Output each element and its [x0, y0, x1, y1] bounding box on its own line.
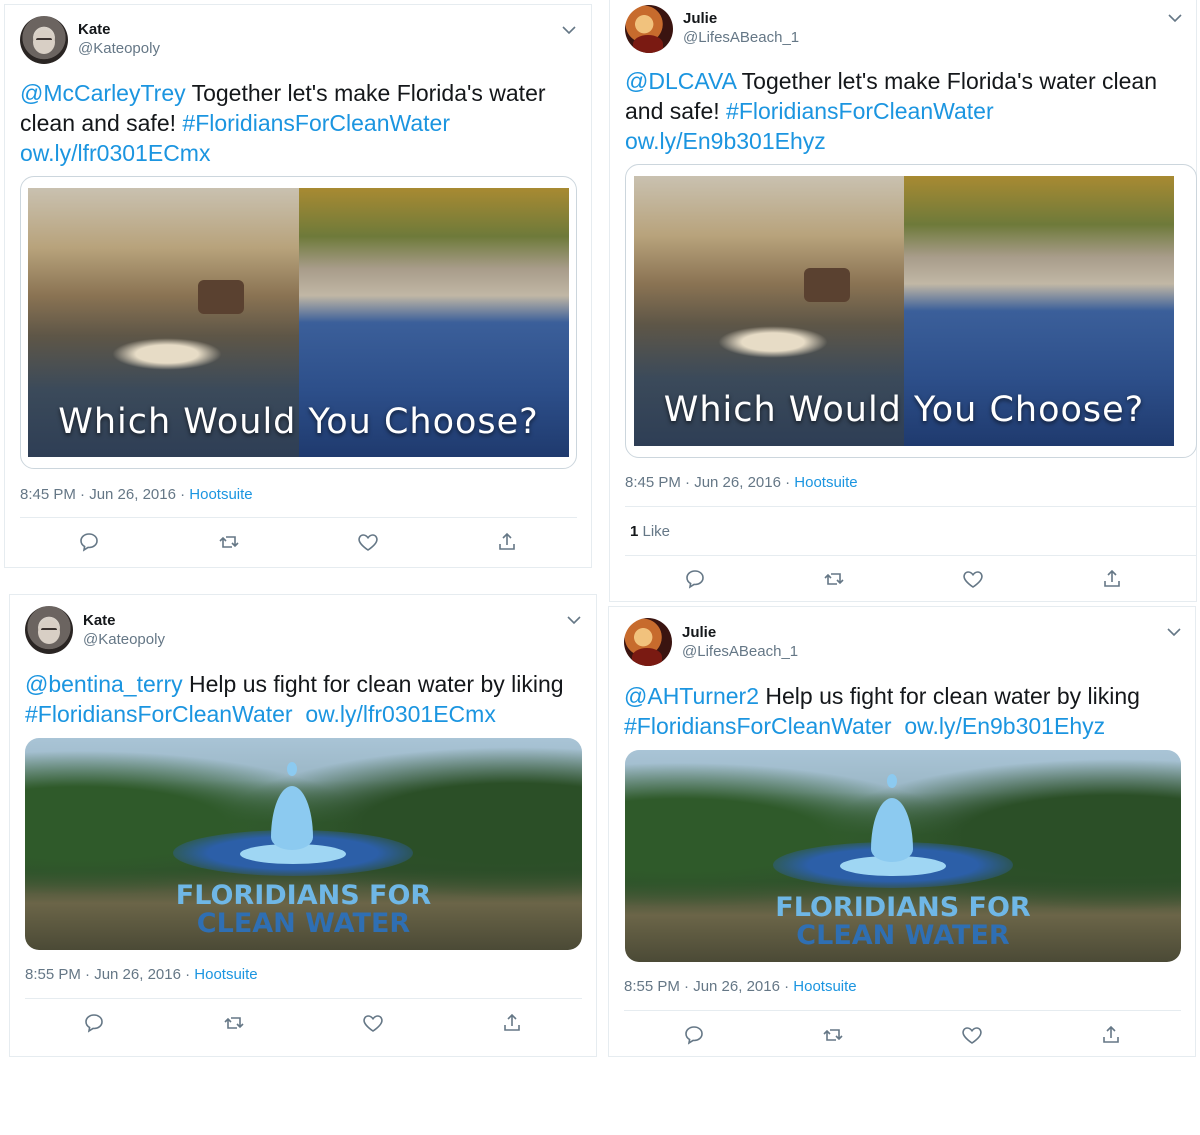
- user-handle[interactable]: @Kateopoly: [83, 631, 165, 648]
- mention-link[interactable]: @DLCAVA: [625, 68, 736, 94]
- like-icon[interactable]: [961, 567, 985, 591]
- hashtag-link[interactable]: #FloridiansForCleanWater: [726, 98, 994, 124]
- tweet-image[interactable]: Which Would You Choose?: [28, 188, 569, 457]
- source-link[interactable]: Hootsuite: [189, 486, 252, 503]
- tweet-timestamp: 8:55 PM · Jun 26, 2016 · Hootsuite: [25, 966, 258, 983]
- url-link[interactable]: ow.ly/En9b301Ehyz: [904, 713, 1105, 739]
- avatar[interactable]: [624, 618, 672, 666]
- mention-link[interactable]: @AHTurner2: [624, 683, 759, 709]
- user-handle[interactable]: @LifesABeach_1: [682, 643, 798, 660]
- retweet-icon[interactable]: [822, 567, 846, 591]
- tweet-text: @bentina_terry Help us fight for clean w…: [25, 671, 564, 727]
- chevron-down-icon[interactable]: [1166, 625, 1182, 637]
- reply-icon[interactable]: [683, 567, 707, 591]
- chevron-down-icon[interactable]: [566, 613, 582, 625]
- mention-link[interactable]: @bentina_terry: [25, 671, 183, 697]
- retweet-icon[interactable]: [222, 1011, 246, 1035]
- user-handle[interactable]: @Kateopoly: [78, 40, 160, 57]
- avatar[interactable]: [20, 16, 68, 64]
- divider: [625, 555, 1197, 556]
- source-link[interactable]: Hootsuite: [793, 978, 856, 995]
- tweet-timestamp: 8:45 PM · Jun 26, 2016 · Hootsuite: [20, 486, 253, 503]
- hashtag-link[interactable]: #FloridiansForCleanWater: [624, 713, 892, 739]
- image-caption: Which Would You Choose?: [663, 390, 1145, 430]
- source-link[interactable]: Hootsuite: [794, 474, 857, 491]
- retweet-icon[interactable]: [821, 1023, 845, 1047]
- url-link[interactable]: ow.ly/lfr0301ECmx: [305, 701, 495, 727]
- tweet-image[interactable]: FLORIDIANS FOR CLEAN WATER: [25, 738, 582, 950]
- share-icon[interactable]: [500, 1011, 524, 1035]
- splash-shape: [718, 326, 828, 358]
- image-logo-text: FLORIDIANS FOR CLEAN WATER: [175, 880, 432, 939]
- pipe-shape: [198, 280, 244, 314]
- user-handle[interactable]: @LifesABeach_1: [683, 29, 799, 46]
- image-caption: Which Would You Choose?: [58, 402, 539, 442]
- image-logo-text: FLORIDIANS FOR CLEAN WATER: [775, 892, 1031, 951]
- share-icon[interactable]: [1099, 1023, 1123, 1047]
- reply-icon[interactable]: [77, 530, 101, 554]
- tweet-timestamp: 8:55 PM · Jun 26, 2016 · Hootsuite: [624, 978, 857, 995]
- hashtag-link[interactable]: #FloridiansForCleanWater: [25, 701, 293, 727]
- tweet-text: @McCarleyTrey Together let's make Florid…: [20, 80, 546, 166]
- share-icon[interactable]: [1100, 567, 1124, 591]
- hashtag-link[interactable]: #FloridiansForCleanWater: [182, 110, 450, 136]
- url-link[interactable]: ow.ly/lfr0301ECmx: [20, 140, 210, 166]
- chevron-down-icon[interactable]: [1167, 11, 1183, 23]
- url-link[interactable]: ow.ly/En9b301Ehyz: [625, 128, 826, 154]
- like-icon[interactable]: [356, 530, 380, 554]
- divider: [20, 517, 577, 518]
- tweet-text: @DLCAVA Together let's make Florida's wa…: [625, 68, 1157, 154]
- mention-link[interactable]: @McCarleyTrey: [20, 80, 186, 106]
- pipe-shape: [804, 268, 850, 302]
- avatar[interactable]: [25, 606, 73, 654]
- tweet-card: Julie @LifesABeach_1 @DLCAVA Together le…: [609, 0, 1197, 602]
- user-name[interactable]: Kate: [83, 612, 116, 629]
- reply-icon[interactable]: [82, 1011, 106, 1035]
- tweet-text: @AHTurner2 Help us fight for clean water…: [624, 683, 1140, 739]
- reply-icon[interactable]: [682, 1023, 706, 1047]
- logo-bead: [887, 774, 897, 788]
- user-name[interactable]: Julie: [682, 624, 716, 641]
- splash-shape: [112, 338, 222, 370]
- chevron-down-icon[interactable]: [561, 23, 577, 35]
- divider: [624, 1010, 1181, 1011]
- source-link[interactable]: Hootsuite: [194, 966, 257, 983]
- retweet-icon[interactable]: [217, 530, 241, 554]
- tweet-image[interactable]: FLORIDIANS FOR CLEAN WATER: [625, 750, 1181, 962]
- tweet-card: Kate @Kateopoly @McCarleyTrey Together l…: [4, 4, 592, 568]
- tweet-timestamp: 8:45 PM · Jun 26, 2016 · Hootsuite: [625, 474, 858, 491]
- divider: [25, 998, 582, 999]
- logo-bead: [287, 762, 297, 776]
- like-icon[interactable]: [960, 1023, 984, 1047]
- divider: [625, 506, 1197, 507]
- share-icon[interactable]: [495, 530, 519, 554]
- tweet-image[interactable]: Which Would You Choose?: [634, 176, 1174, 446]
- like-icon[interactable]: [361, 1011, 385, 1035]
- tweet-card: Kate @Kateopoly @bentina_terry Help us f…: [9, 594, 597, 1057]
- avatar[interactable]: [625, 5, 673, 53]
- user-name[interactable]: Julie: [683, 10, 717, 27]
- likes-count[interactable]: 1 Like: [630, 523, 670, 540]
- tweet-card: Julie @LifesABeach_1 @AHTurner2 Help us …: [608, 606, 1196, 1057]
- user-name[interactable]: Kate: [78, 21, 111, 38]
